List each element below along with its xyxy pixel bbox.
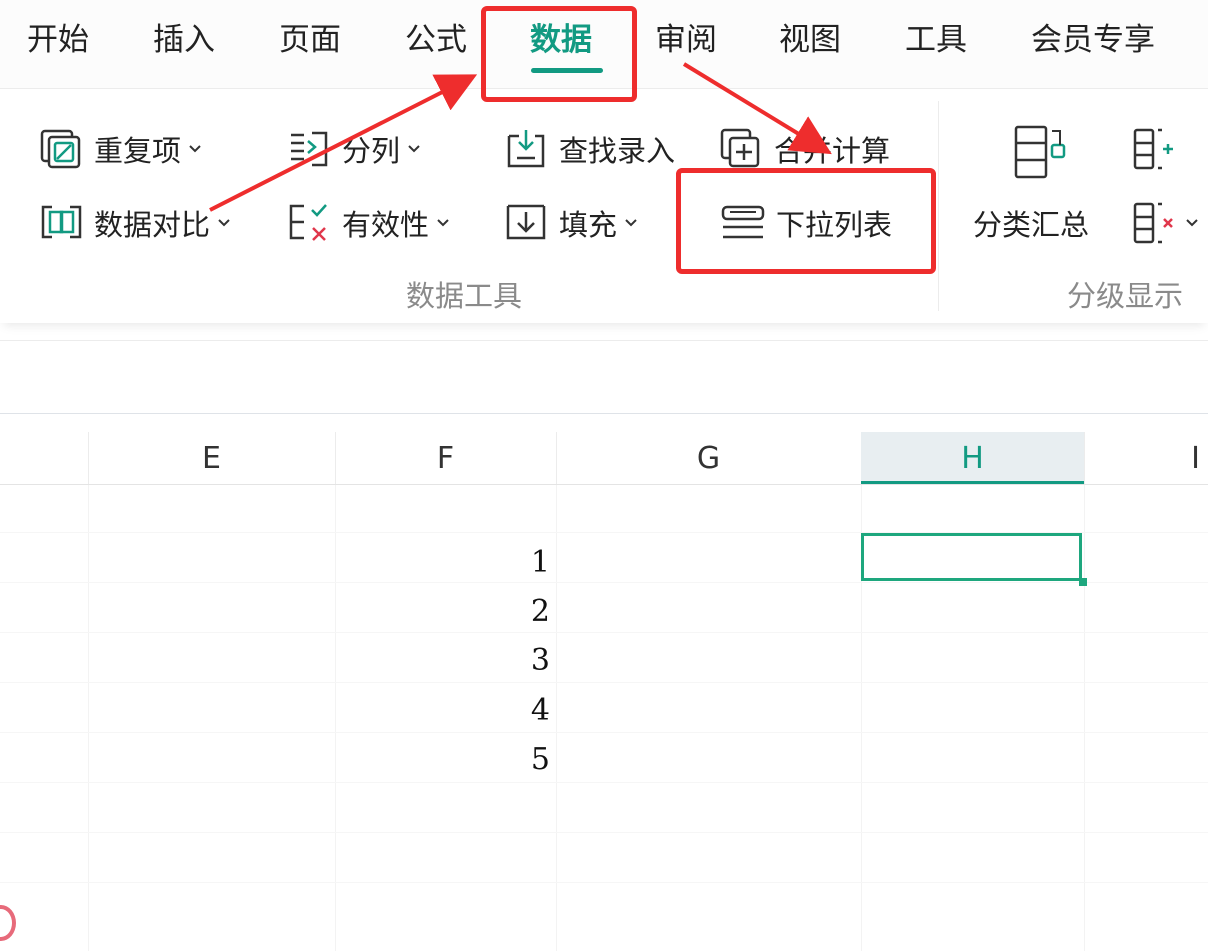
validity-icon: [289, 204, 327, 241]
duplicates-label: 重复项: [94, 134, 182, 168]
tab-insert[interactable]: 插入: [153, 20, 215, 60]
ungroup-button[interactable]: [1132, 200, 1198, 246]
validity-label: 有效性: [342, 208, 430, 242]
chevron-down-icon: [218, 219, 230, 227]
lookup-entry-icon: [507, 130, 545, 168]
active-cell-H[interactable]: [861, 533, 1082, 581]
grid-line: [0, 782, 1208, 783]
cell-F-value[interactable]: 3: [440, 641, 550, 681]
cell-F-value[interactable]: 1: [440, 543, 550, 583]
annotation-box-dropdown-list: [676, 168, 936, 274]
annotation-box-data-tab: [481, 6, 637, 102]
group-icon: [1133, 128, 1173, 170]
chevron-down-icon: [189, 145, 201, 153]
cell-F-value[interactable]: 5: [440, 740, 550, 780]
subtotal-button[interactable]: 分类汇总: [973, 200, 1089, 246]
column-header-I[interactable]: I: [1084, 432, 1208, 484]
chevron-down-icon: [625, 219, 637, 227]
fill-icon: [506, 204, 546, 240]
data-compare-label: 数据对比: [94, 208, 211, 242]
lookup-entry-button[interactable]: 查找录入: [505, 126, 675, 172]
duplicates-icon: [40, 129, 81, 169]
lookup-entry-label: 查找录入: [559, 134, 676, 168]
column-header-F[interactable]: F: [335, 432, 557, 484]
subtotal-label: 分类汇总: [973, 208, 1090, 242]
grid-line: [0, 882, 1208, 883]
tab-member[interactable]: 会员专享: [1031, 20, 1155, 60]
cell-F-value[interactable]: 2: [440, 592, 550, 632]
grid-line: [0, 582, 1208, 583]
validity-button[interactable]: 有效性: [288, 200, 449, 246]
data-compare-icon: [41, 205, 82, 239]
fill-handle[interactable]: [1079, 578, 1087, 586]
subtotal-icon: [1014, 125, 1066, 179]
column-header-E[interactable]: E: [88, 432, 336, 484]
consolidate-label: 合并计算: [774, 134, 891, 168]
chevron-down-icon: [1186, 219, 1198, 227]
ribbon: 重复项 分列 查找录入 合并计算 数据对比 有效性 填充 下拉列表 数据工具 分…: [0, 89, 1208, 323]
subtotal-icon-button[interactable]: [1010, 121, 1070, 181]
formula-bar[interactable]: [0, 340, 1208, 414]
split-column-label: 分列: [342, 134, 401, 168]
tab-review[interactable]: 审阅: [655, 20, 717, 60]
tab-page[interactable]: 页面: [279, 20, 341, 60]
chevron-down-icon: [408, 145, 420, 153]
tab-home[interactable]: 开始: [27, 20, 89, 60]
tab-formula[interactable]: 公式: [405, 20, 467, 60]
data-tools-group-label: 数据工具: [406, 279, 523, 313]
split-column-icon: [291, 131, 328, 167]
duplicates-button[interactable]: 重复项: [40, 126, 201, 172]
ungroup-icon: [1133, 202, 1173, 244]
group-button[interactable]: [1132, 126, 1178, 172]
column-header-G[interactable]: G: [556, 432, 862, 484]
fill-label: 填充: [559, 208, 618, 242]
column-header-D[interactable]: [0, 432, 89, 484]
consolidate-button[interactable]: 合并计算: [720, 126, 890, 172]
split-column-button[interactable]: 分列: [288, 126, 420, 172]
column-header-H[interactable]: H: [861, 432, 1085, 484]
group-separator: [938, 101, 939, 311]
outline-group-label: 分级显示: [1067, 279, 1184, 313]
fill-button[interactable]: 填充: [505, 200, 637, 246]
grid-line: [0, 732, 1208, 733]
data-compare-button[interactable]: 数据对比: [40, 200, 230, 246]
column-header-row: E F G H I: [0, 432, 1208, 485]
tab-view[interactable]: 视图: [779, 20, 841, 60]
consolidate-icon: [720, 128, 760, 168]
chevron-down-icon: [437, 219, 449, 227]
grid-line: [0, 682, 1208, 683]
tab-tools[interactable]: 工具: [905, 20, 967, 60]
cell-F-value[interactable]: 4: [440, 691, 550, 731]
grid-line: [0, 632, 1208, 633]
selected-column-indicator: [861, 481, 1084, 484]
grid-line: [0, 832, 1208, 833]
